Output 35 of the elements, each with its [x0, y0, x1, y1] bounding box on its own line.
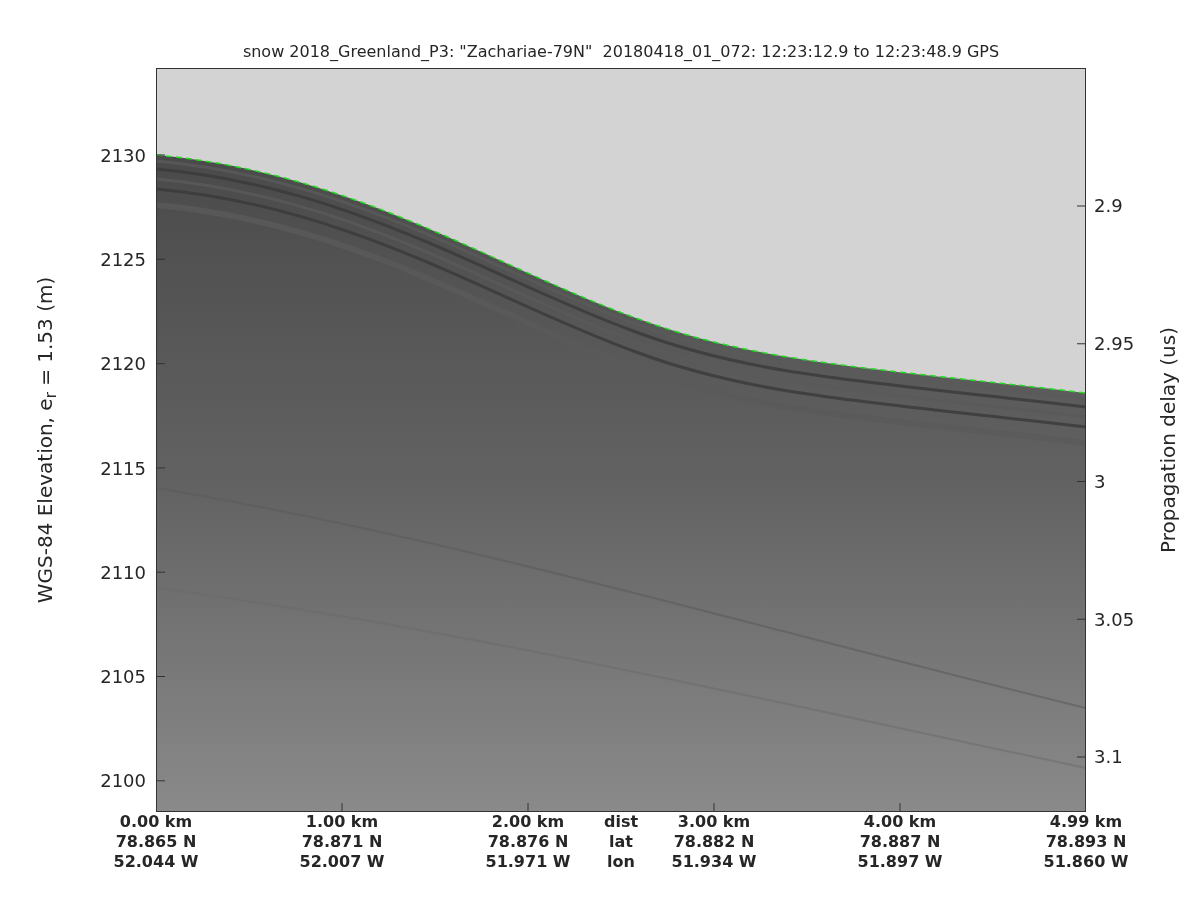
y-tick-label: 2125	[100, 247, 146, 272]
x-tick-label: 52.007 W	[299, 852, 385, 872]
x-tick-label: 78.871 N	[301, 832, 383, 852]
right-tick-label: 3.1	[1094, 745, 1123, 770]
axis-legend-label: lon	[607, 852, 635, 872]
right-tick-label: 3	[1094, 469, 1106, 494]
y-tick-label: 2130	[100, 143, 146, 168]
x-tick-label: 4.99 km	[1049, 812, 1123, 832]
x-tick-label: 51.934 W	[671, 852, 757, 872]
x-tick-label: 51.897 W	[857, 852, 943, 872]
x-tick-label: 51.971 W	[485, 852, 571, 872]
x-tick-label: 78.876 N	[487, 832, 569, 852]
x-tick-label: 51.860 W	[1043, 852, 1129, 872]
right-axis-label: Propagation delay (us)	[1155, 327, 1181, 553]
y-tick-label: 2115	[100, 456, 146, 481]
x-tick-label: 78.865 N	[115, 832, 197, 852]
right-tick-label: 3.05	[1094, 607, 1135, 632]
x-tick-label: 78.882 N	[673, 832, 755, 852]
y-tick-label: 2110	[100, 560, 146, 585]
x-tick-label: 3.00 km	[677, 812, 751, 832]
axis-legend-label: dist	[603, 812, 639, 832]
x-tick-label: 2.00 km	[491, 812, 565, 832]
x-tick-label: 1.00 km	[305, 812, 379, 832]
x-tick-label: 78.887 N	[859, 832, 941, 852]
x-tick-label: 0.00 km	[119, 812, 193, 832]
chart-title: snow 2018_Greenland_P3: "Zachariae-79N" 20180418_01_072: 12:23:12.9 to 12:23:48.9 GPS	[242, 41, 1000, 63]
y-tick-label: 2100	[100, 769, 146, 794]
right-tick-label: 2.9	[1094, 194, 1123, 219]
right-tick-label: 2.95	[1094, 332, 1135, 357]
y-tick-label: 2105	[100, 665, 146, 690]
x-tick-label: 52.044 W	[113, 852, 199, 872]
y-tick-label: 2120	[100, 352, 146, 377]
x-tick-label: 4.00 km	[863, 812, 937, 832]
axis-legend-label: lat	[609, 832, 633, 852]
x-tick-label: 78.893 N	[1045, 832, 1127, 852]
